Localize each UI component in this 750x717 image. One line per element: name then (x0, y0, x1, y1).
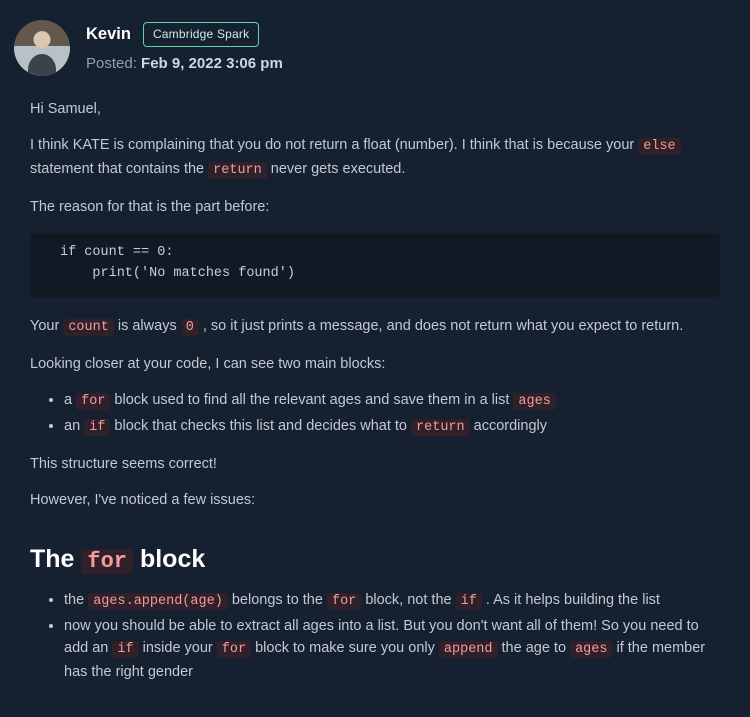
author-name: Kevin (86, 22, 131, 48)
avatar (14, 20, 70, 76)
text-run: accordingly (470, 418, 547, 434)
code-inline: for (81, 549, 133, 574)
code-inline: for (327, 593, 361, 610)
text-run: the (64, 592, 88, 608)
post-header: Kevin Cambridge Spark Posted: Feb 9, 202… (0, 0, 750, 92)
list-item: the ages.append(age) belongs to the for … (64, 589, 720, 613)
text-run: inside your (139, 640, 217, 656)
code-inline: for (76, 393, 110, 410)
text-run: block, not the (361, 592, 455, 608)
code-inline: if (84, 419, 110, 436)
text-run: an (64, 418, 84, 434)
code-inline: for (217, 641, 251, 658)
posted-timestamp: Feb 9, 2022 3:06 pm (141, 55, 283, 72)
section-heading-for-block: The for block (30, 540, 720, 579)
code-inline: 0 (181, 319, 199, 336)
paragraph-3: Your count is always 0 , so it just prin… (30, 315, 720, 339)
code-block: if count == 0: print('No matches found') (30, 233, 720, 297)
text-run: a (64, 392, 76, 408)
paragraph-4: Looking closer at your code, I can see t… (30, 353, 720, 375)
code-inline: return (208, 162, 267, 179)
paragraph-5: This structure seems correct! (30, 453, 720, 475)
posted-row: Posted: Feb 9, 2022 3:06 pm (86, 52, 283, 75)
text-run: is always (114, 318, 181, 334)
list-item: now you should be able to extract all ag… (64, 615, 720, 684)
post-body: Hi Samuel, I think KATE is complaining t… (0, 92, 750, 717)
text-run: , so it just prints a message, and does … (199, 318, 683, 334)
author-name-row: Kevin Cambridge Spark (86, 22, 283, 48)
text-run: I think KATE is complaining that you do … (30, 137, 638, 153)
text-run: statement that contains the (30, 161, 208, 177)
greeting: Hi Samuel, (30, 98, 720, 120)
text-run: the age to (498, 640, 571, 656)
code-inline: ages (513, 393, 555, 410)
author-meta: Kevin Cambridge Spark Posted: Feb 9, 202… (86, 20, 283, 75)
code-inline: if (112, 641, 138, 658)
code-content: if count == 0: print('No matches found') (60, 245, 295, 281)
text-run: never gets executed. (267, 161, 406, 177)
for-block-issues-list: the ages.append(age) belongs to the for … (30, 589, 720, 684)
org-badge: Cambridge Spark (143, 22, 259, 47)
text-run: belongs to the (228, 592, 327, 608)
code-inline: ages.append(age) (88, 593, 228, 610)
text-run: block (133, 545, 205, 573)
blocks-list: a for block used to find all the relevan… (30, 389, 720, 439)
code-inline: count (63, 319, 114, 336)
list-item: an if block that checks this list and de… (64, 415, 720, 439)
paragraph-2: The reason for that is the part before: (30, 196, 720, 218)
list-item: a for block used to find all the relevan… (64, 389, 720, 413)
paragraph-6: However, I've noticed a few issues: (30, 489, 720, 511)
code-inline: append (439, 641, 498, 658)
code-inline: ages (570, 641, 612, 658)
text-run: The (30, 545, 81, 573)
code-inline: return (411, 419, 470, 436)
text-run: block that checks this list and decides … (110, 418, 411, 434)
text-run: block to make sure you only (251, 640, 439, 656)
paragraph-1: I think KATE is complaining that you do … (30, 134, 720, 182)
code-inline: if (456, 593, 482, 610)
text-run: Your (30, 318, 63, 334)
code-inline: else (638, 138, 680, 155)
text-run: . As it helps building the list (482, 592, 660, 608)
text-run: block used to find all the relevant ages… (110, 392, 513, 408)
posted-label: Posted: (86, 55, 141, 72)
